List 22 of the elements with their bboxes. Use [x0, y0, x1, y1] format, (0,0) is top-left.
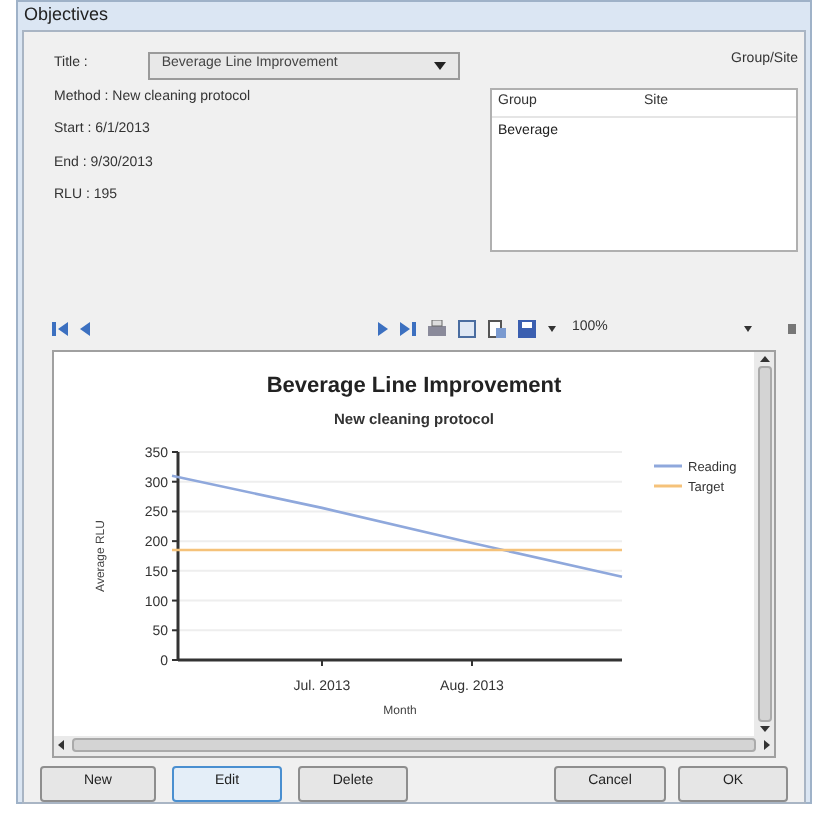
scroll-up-icon[interactable]	[759, 355, 769, 361]
scrollbar-thumb[interactable]	[72, 738, 756, 752]
save-icon[interactable]	[518, 319, 536, 337]
next-page-icon[interactable]	[378, 321, 388, 335]
scroll-right-icon[interactable]	[764, 740, 770, 750]
scrollbar-thumb[interactable]	[757, 365, 771, 721]
toolbar-grip-icon	[788, 323, 796, 333]
page-icon[interactable]	[458, 319, 476, 337]
vertical-scrollbar[interactable]	[754, 351, 774, 735]
scroll-down-icon[interactable]	[759, 725, 769, 731]
chart-title: Beverage Line Improvement	[266, 373, 562, 397]
window-title: Objectives	[24, 2, 109, 28]
previous-page-icon[interactable]	[80, 321, 90, 335]
dropdown-arrow-icon	[433, 61, 446, 69]
dropdown-arrow-icon	[744, 325, 752, 331]
horizontal-scrollbar[interactable]	[54, 735, 774, 755]
last-page-icon[interactable]	[400, 321, 416, 335]
scroll-left-icon[interactable]	[58, 740, 64, 750]
first-page-icon[interactable]	[52, 321, 68, 335]
print-icon[interactable]	[428, 319, 446, 337]
dropdown-arrow-icon[interactable]	[548, 325, 556, 331]
page-setup-icon[interactable]	[488, 319, 506, 337]
